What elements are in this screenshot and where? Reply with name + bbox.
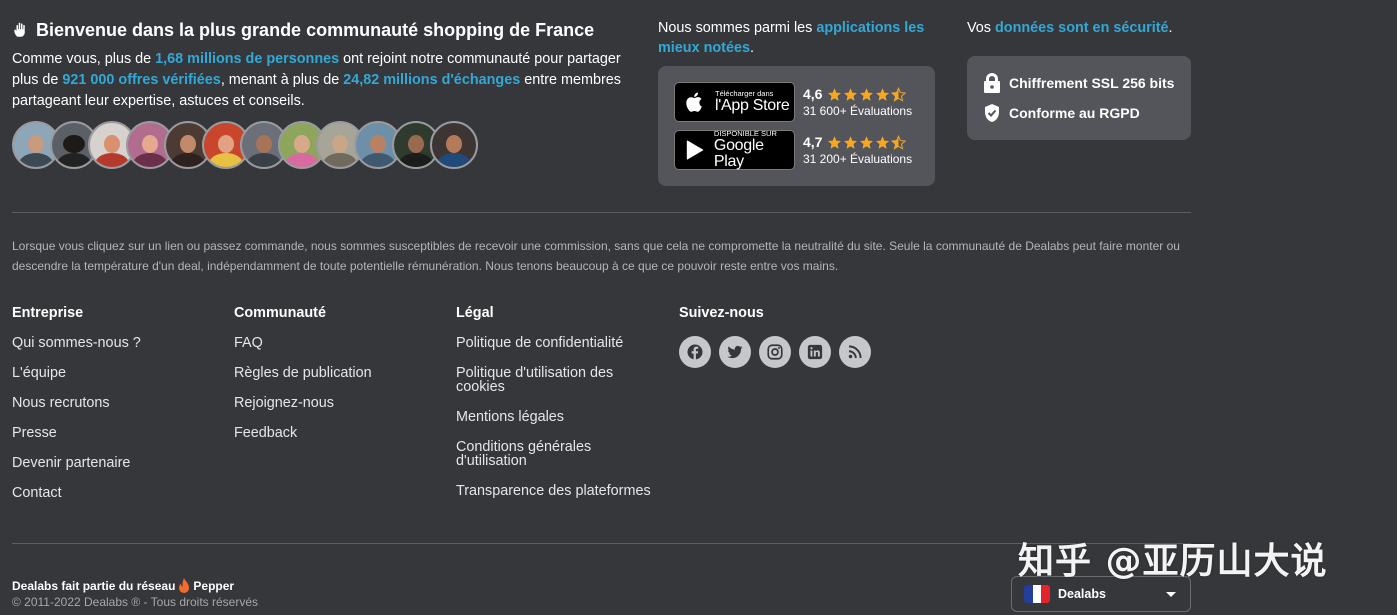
footer-link-cookies[interactable]: Politique d'utilisation des cookies [456, 366, 651, 394]
footer-link-feedback[interactable]: Feedback [234, 425, 297, 441]
watermark: 知乎 @亚历山大说 [1018, 541, 1328, 582]
social-links [679, 336, 871, 368]
shield-check-icon [985, 104, 999, 122]
members-count: 1,68 millions de personnes [155, 51, 340, 67]
avatar [430, 121, 478, 169]
community-section: Bienvenue dans la plus grande communauté… [12, 18, 622, 169]
copyright: © 2011-2022 Dealabs ® - Tous droits rése… [12, 595, 259, 609]
france-flag-icon [1024, 585, 1050, 603]
half-star-icon [891, 134, 907, 150]
rating-count: 31 200+ Évaluations [803, 152, 913, 166]
play-store-icon [686, 140, 704, 160]
linkedin-button[interactable] [799, 336, 831, 368]
footer-link-press[interactable]: Presse [12, 425, 57, 441]
data-security-link[interactable]: données sont en sécurité [995, 20, 1169, 36]
column-title: Suivez-nous [679, 305, 764, 321]
footer-link-transparency[interactable]: Transparence des plateformes [456, 484, 651, 498]
footer-link-rules[interactable]: Règles de publication [234, 365, 372, 381]
footer-column-follow: Suivez-nous [679, 303, 871, 368]
network-info: Dealabs fait partie du réseau Pepper [12, 578, 235, 594]
linkedin-icon [807, 344, 823, 360]
footer-link-faq[interactable]: FAQ [234, 335, 263, 351]
app-store-button[interactable]: Télécharger dans l'App Store [674, 82, 795, 122]
apps-section: Nous sommes parmi les applications les m… [658, 18, 948, 186]
star-icon [844, 87, 858, 101]
chevron-down-icon [1166, 592, 1176, 597]
offers-count: 921 000 offres vérifiées [62, 72, 221, 88]
footer-link-about[interactable]: Qui sommes-nous ? [12, 335, 141, 351]
footer-link-partner[interactable]: Devenir partenaire [12, 455, 130, 471]
star-icon [876, 135, 890, 149]
star-icon [844, 135, 858, 149]
lock-icon [984, 73, 1000, 93]
footer-link-privacy[interactable]: Politique de confidentialité [456, 336, 651, 350]
star-icon [860, 87, 874, 101]
rss-button[interactable] [839, 336, 871, 368]
divider [12, 212, 1191, 213]
rating-score: 4,6 [803, 86, 823, 102]
google-play-row: DISPONIBLE SUR Google Play 4,7 31 200+ É… [674, 130, 919, 170]
footer-link-legal-notice[interactable]: Mentions légales [456, 410, 651, 424]
rss-icon [848, 345, 862, 359]
pepper-link[interactable]: Pepper [193, 578, 234, 594]
facebook-icon [687, 344, 703, 360]
community-title: Bienvenue dans la plus grande communauté… [12, 18, 622, 42]
app-store-row: Télécharger dans l'App Store 4,6 31 600+… [674, 82, 919, 122]
apps-box: Télécharger dans l'App Store 4,6 31 600+… [658, 66, 935, 186]
gdpr-item: Conforme au RGPD [983, 100, 1175, 126]
divider [12, 543, 1191, 544]
commission-disclaimer: Lorsque vous cliquez sur un lien ou pass… [12, 239, 1180, 273]
half-star-icon [891, 86, 907, 102]
footer-column-company: Entreprise Qui sommes-nous ? L'équipe No… [12, 303, 141, 516]
footer-link-team[interactable]: L'équipe [12, 365, 66, 381]
footer-column-legal: Légal Politique de confidentialité Polit… [456, 303, 651, 514]
google-play-button[interactable]: DISPONIBLE SUR Google Play [674, 130, 795, 170]
footer-link-jobs[interactable]: Nous recrutons [12, 395, 110, 411]
security-box: Chiffrement SSL 256 bits Conforme au RGP… [967, 56, 1191, 140]
google-play-rating: 4,7 31 200+ Évaluations [803, 134, 912, 166]
community-description: Comme vous, plus de 1,68 millions de per… [12, 51, 621, 109]
facebook-button[interactable] [679, 336, 711, 368]
google-play-badge-text: DISPONIBLE SUR Google Play [713, 128, 777, 171]
star-icon [860, 135, 874, 149]
rating-count: 31 600+ Évaluations [803, 104, 913, 118]
twitter-icon [727, 345, 743, 359]
star-icon [828, 135, 842, 149]
column-title: Entreprise [12, 305, 84, 321]
apple-icon [686, 92, 702, 112]
instagram-button[interactable] [759, 336, 791, 368]
security-section: Vos données sont en sécurité. Chiffremen… [967, 18, 1192, 140]
footer-link-contact[interactable]: Contact [12, 485, 62, 501]
rating-stars [827, 134, 907, 150]
column-title: Légal [456, 305, 494, 321]
footer-column-community: Communauté FAQ Règles de publication Rej… [234, 303, 372, 456]
column-title: Communauté [234, 305, 326, 321]
exchanges-count: 24,82 millions d'échanges [343, 72, 521, 88]
twitter-button[interactable] [719, 336, 751, 368]
rating-stars [827, 86, 907, 102]
pepper-flame-icon [179, 578, 190, 593]
app-store-badge-text: Télécharger dans l'App Store [715, 88, 790, 115]
star-icon [876, 87, 890, 101]
member-avatars [12, 121, 622, 169]
star-icon [828, 87, 842, 101]
security-intro: Vos données sont en sécurité. [967, 20, 1173, 36]
instagram-icon [767, 344, 783, 360]
waving-hand-icon [14, 22, 25, 37]
rating-score: 4,7 [803, 134, 823, 150]
app-store-rating: 4,6 31 600+ Évaluations [803, 86, 912, 118]
apps-intro: Nous sommes parmi les applications les m… [658, 20, 925, 56]
footer-link-join[interactable]: Rejoignez-nous [234, 395, 334, 411]
footer-link-terms[interactable]: Conditions générales d'utilisation [456, 440, 651, 468]
ssl-item: Chiffrement SSL 256 bits [983, 70, 1175, 96]
